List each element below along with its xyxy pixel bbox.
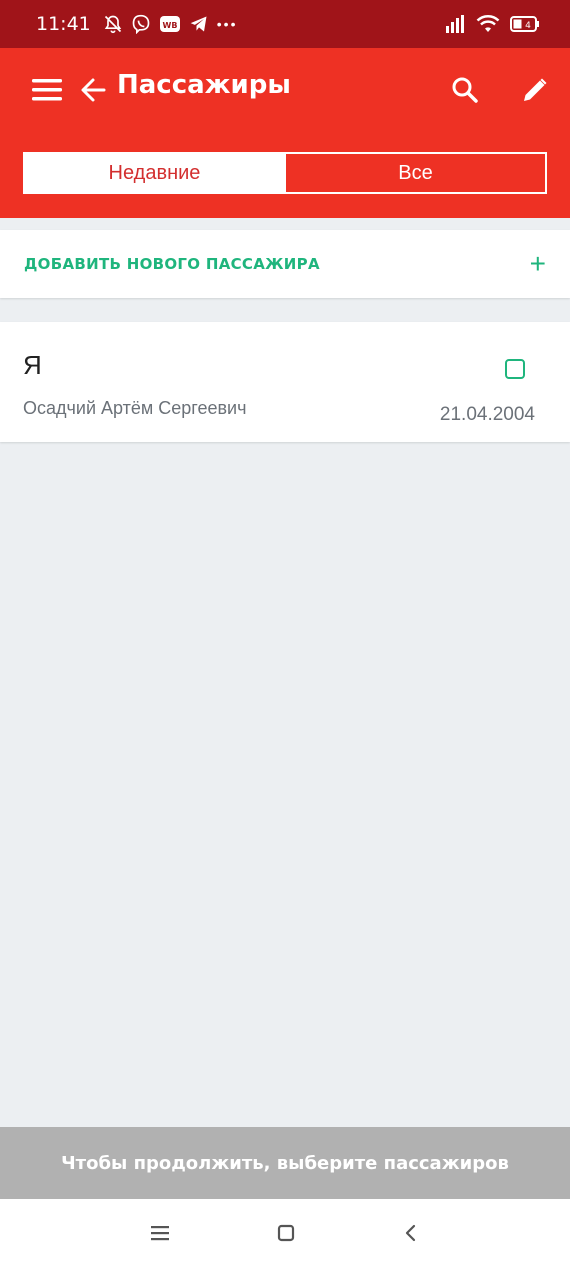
- system-nav-bar: [0, 1199, 570, 1267]
- passenger-card[interactable]: Я Осадчий Артём Сергеевич 21.04.2004: [0, 322, 570, 442]
- wifi-icon: [476, 14, 500, 34]
- system-back-button[interactable]: [392, 1217, 428, 1249]
- plus-icon: +: [529, 248, 546, 279]
- app-bar: Пассажиры Недавние Все: [0, 48, 570, 218]
- wb-icon: WB: [159, 14, 181, 34]
- more-dots-icon: •••: [216, 16, 238, 32]
- passenger-tag: Я: [23, 350, 42, 380]
- edit-button[interactable]: [513, 68, 557, 112]
- menu-icon: [151, 1226, 169, 1241]
- viber-icon: [131, 14, 151, 34]
- home-button[interactable]: [268, 1217, 304, 1249]
- telegram-icon: [189, 14, 209, 34]
- toolbar: Пассажиры: [0, 48, 570, 132]
- tab-recent[interactable]: Недавние: [25, 154, 284, 192]
- battery-level: 4: [525, 21, 531, 31]
- page-title: Пассажиры: [117, 70, 291, 100]
- recent-apps-button[interactable]: [142, 1217, 178, 1249]
- status-left: 11:41 WB •••: [36, 13, 237, 35]
- back-icon: [405, 1224, 416, 1242]
- continue-banner[interactable]: Чтобы продолжить, выберите пассажиров: [0, 1127, 570, 1199]
- status-time: 11:41: [36, 13, 91, 35]
- wb-icon-text: WB: [162, 21, 177, 30]
- home-icon: [277, 1224, 295, 1242]
- search-button[interactable]: [443, 68, 487, 112]
- signal-icon: [444, 14, 466, 34]
- passenger-birth-date: 21.04.2004: [439, 404, 535, 425]
- hamburger-icon: [32, 79, 62, 101]
- passenger-name: Осадчий Артём Сергеевич: [23, 398, 247, 418]
- status-right: 4: [444, 14, 540, 34]
- back-button[interactable]: [71, 68, 115, 112]
- muted-bell-icon: [103, 14, 123, 34]
- search-icon: [452, 77, 478, 103]
- battery-icon: 4: [510, 15, 540, 33]
- arrow-back-icon: [81, 78, 106, 102]
- passenger-filter-tabs: Недавние Все: [23, 152, 547, 194]
- pencil-icon: [524, 78, 547, 101]
- add-passenger-button[interactable]: ДОБАВИТЬ НОВОГО ПАССАЖИРА +: [0, 230, 570, 298]
- tab-all[interactable]: Все: [284, 154, 545, 192]
- passenger-select-checkbox[interactable]: [505, 359, 525, 379]
- menu-button[interactable]: [25, 68, 69, 112]
- status-bar: 11:41 WB ••• 4: [0, 0, 570, 48]
- continue-banner-text: Чтобы продолжить, выберите пассажиров: [61, 1152, 509, 1174]
- add-passenger-label: ДОБАВИТЬ НОВОГО ПАССАЖИРА: [24, 255, 320, 273]
